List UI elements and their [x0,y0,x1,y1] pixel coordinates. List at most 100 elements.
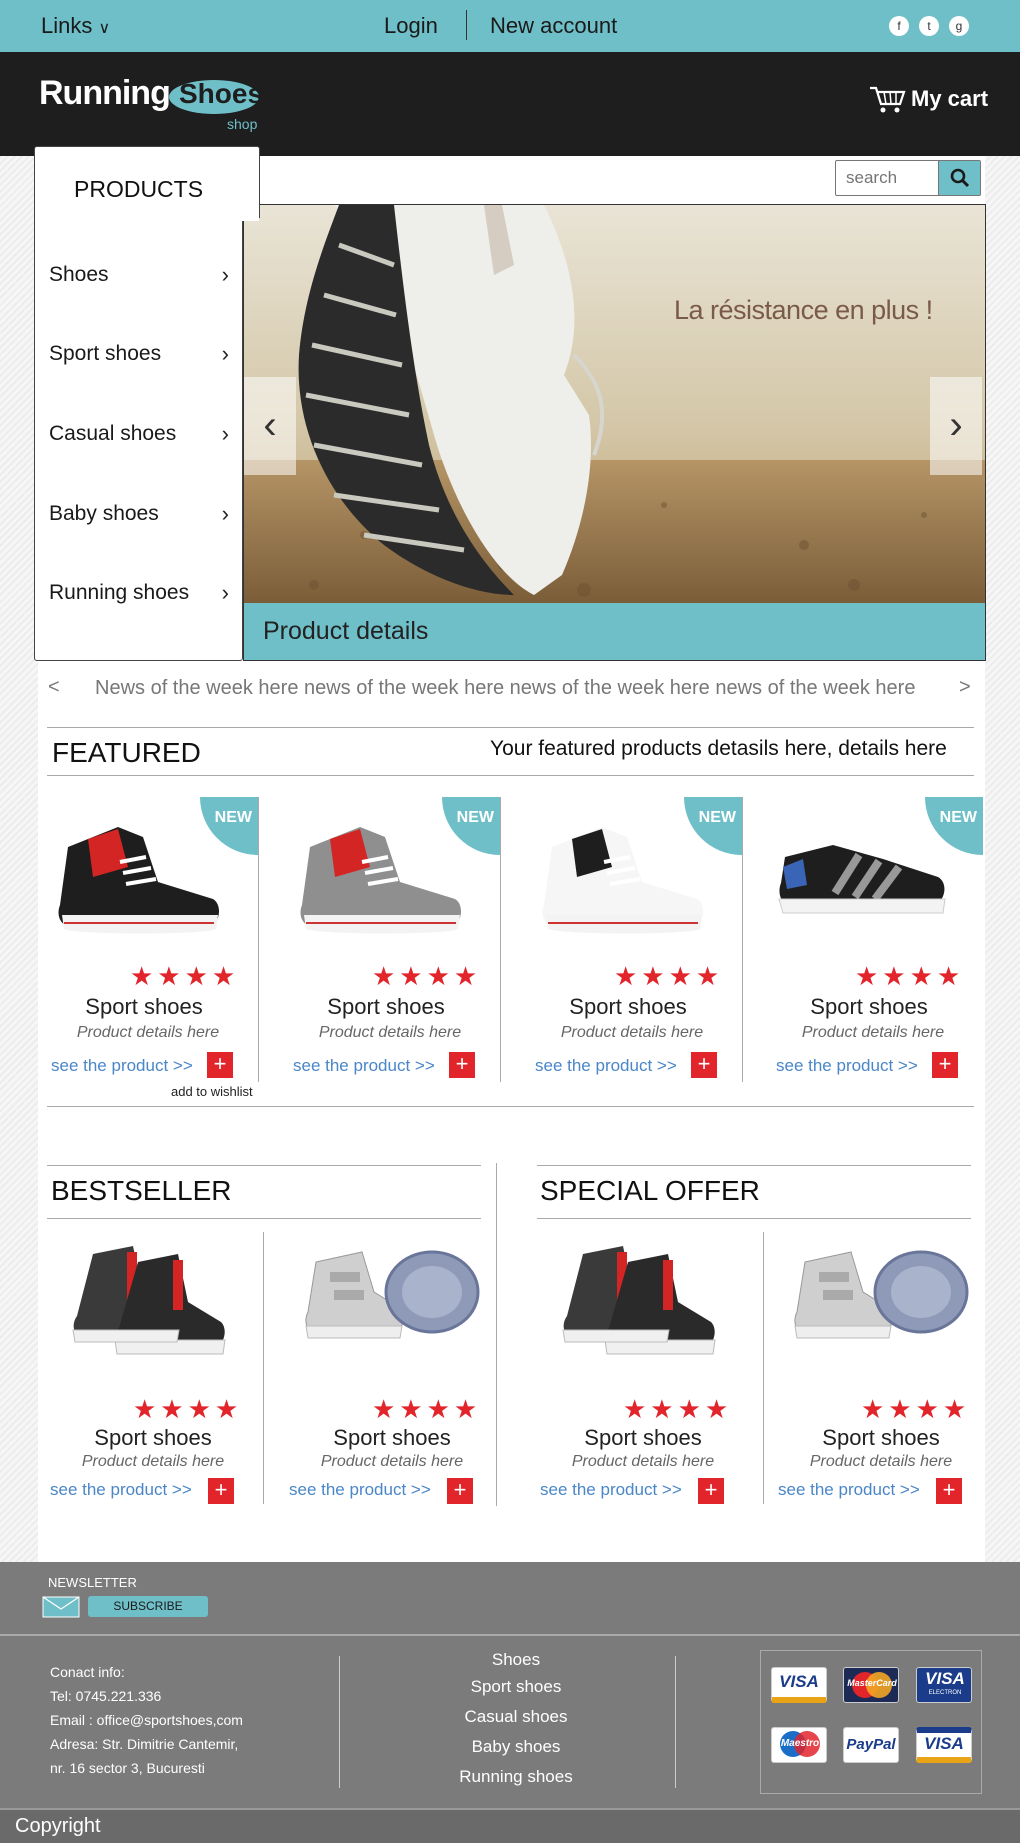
menu-item-casual-shoes[interactable]: Casual shoes › [49,414,229,454]
mastercard-logo: MasterCard [843,1667,899,1703]
product-name[interactable]: Sport shoes [532,994,724,1020]
slider-next-button[interactable]: › [930,377,982,475]
menu-item-shoes[interactable]: Shoes › [49,255,229,295]
product-name[interactable]: Sport shoes [287,1425,497,1451]
product-card: NEW ★★★★ Sport shoes Product details here se… [48,797,260,1082]
menu-item-running-shoes[interactable]: Running shoes › [49,573,229,613]
product-details: Product details here [76,1024,220,1041]
chevron-right-icon: › [949,403,963,447]
product-details: Product details here [320,1453,464,1470]
facebook-icon[interactable]: f [889,16,909,36]
footer: Conact info: Tel: 0745.221.336 Email : o… [0,1634,1020,1808]
search-input[interactable] [836,161,938,195]
add-to-wishlist-label[interactable]: add to wishlist [171,1084,253,1099]
menu-item-baby-shoes[interactable]: Baby shoes › [49,494,229,534]
product-details: Product details here [560,1024,704,1041]
product-image [778,845,946,914]
see-product-link[interactable]: see the product >> [778,1480,920,1500]
footer-link-casual-shoes[interactable]: Casual shoes [416,1707,616,1737]
logo[interactable]: Running Shoes shop [39,74,269,138]
product-details: Product details here [81,1453,225,1470]
product-card: NEW ★★★★ Sport shoes Product details here se… [532,797,744,1082]
product-name[interactable]: Sport shoes [290,994,482,1020]
see-product-link[interactable]: see the product >> [289,1480,431,1500]
see-product-link[interactable]: see the product >> [535,1056,677,1076]
add-to-wishlist-button[interactable]: + [449,1052,475,1078]
footer-link-shoes[interactable]: Shoes [416,1650,616,1677]
chevron-left-icon: ‹ [263,403,277,447]
search-icon [950,168,970,188]
newsletter-bar: NEWSLETTER SUBSCRIBE [0,1562,1020,1634]
see-product-link[interactable]: see the product >> [540,1480,682,1500]
divider [500,797,501,1082]
slider-prev-button[interactable]: ‹ [244,377,296,475]
product-name[interactable]: Sport shoes [48,994,240,1020]
footer-link-sport-shoes[interactable]: Sport shoes [416,1677,616,1707]
divider [466,10,467,40]
add-to-wishlist-button[interactable]: + [691,1052,717,1078]
news-next-button[interactable]: > [959,676,971,699]
contact-info: Conact info: Tel: 0745.221.336 Email : o… [50,1660,243,1780]
rating-stars: ★★★★ [372,1394,482,1424]
product-name[interactable]: Sport shoes [773,994,965,1020]
subscribe-button[interactable]: SUBSCRIBE [88,1596,208,1617]
links-dropdown[interactable]: Links ∨ [41,0,110,55]
contact-email: Email : office@sportshoes,com [50,1712,243,1728]
add-to-cart-button[interactable]: + [698,1478,724,1504]
add-to-wishlist-button[interactable]: + [207,1052,233,1078]
twitter-icon[interactable]: t [919,16,939,36]
search-button[interactable] [938,161,980,195]
divider [47,1106,974,1107]
google-icon[interactable]: g [949,16,969,36]
menu-item-sport-shoes[interactable]: Sport shoes › [49,334,229,374]
product-name[interactable]: Sport shoes [538,1425,748,1451]
news-prev-button[interactable]: < [48,676,60,699]
product-details: Product details here [571,1453,715,1470]
chevron-right-icon: › [221,501,229,526]
product-name[interactable]: Sport shoes [48,1425,258,1451]
add-to-wishlist-button[interactable]: + [932,1052,958,1078]
visa-logo: VISA [916,1727,972,1763]
add-to-cart-button[interactable]: + [936,1478,962,1504]
chevron-right-icon: › [221,421,229,446]
see-product-link[interactable]: see the product >> [776,1056,918,1076]
see-product-link[interactable]: see the product >> [50,1480,192,1500]
menu-item-label: Baby shoes [49,502,159,525]
header: Running Shoes shop My cart [0,52,1020,156]
divider [47,727,974,728]
footer-links: Shoes Sport shoes Casual shoes Baby shoe… [416,1650,616,1797]
footer-link-running-shoes[interactable]: Running shoes [416,1767,616,1797]
product-image [794,1250,969,1339]
contact-address-line1: Adresa: Str. Dimitrie Cantemir, [50,1736,239,1752]
rating-stars: ★★★★ [372,961,482,991]
add-to-cart-button[interactable]: + [208,1478,234,1504]
tab-joint [242,217,259,221]
contact-phone: Tel: 0745.221.336 [50,1688,162,1704]
product-details-label: Product details [263,617,429,645]
logo-word-running: Running [39,74,171,112]
divider [675,1656,676,1788]
payment-logos: VISA MasterCard VISA ELECTRON Maestro Pa… [760,1650,982,1794]
contact-heading: Conact info: [50,1664,125,1680]
menu-item-label: Casual shoes [49,422,177,445]
footer-link-baby-shoes[interactable]: Baby shoes [416,1737,616,1767]
divider [263,1232,264,1504]
product-details-bar[interactable]: Product details [243,603,986,661]
maestro-logo: Maestro [771,1727,827,1763]
logo-word-shop: shop [227,116,258,132]
login-link[interactable]: Login [384,0,438,52]
product-details: Product details here [801,1024,945,1041]
visa-electron-sub: ELECTRON [928,1690,962,1696]
slider-caption: La résistance en plus ! [674,295,933,325]
cart-button[interactable]: My cart [868,82,992,118]
new-account-link[interactable]: New account [490,0,617,52]
see-product-link[interactable]: see the product >> [293,1056,435,1076]
rating-stars: ★★★★ [130,961,240,991]
menu-item-label: Sport shoes [49,342,162,365]
menu-item-label: Running shoes [49,581,190,604]
product-name[interactable]: Sport shoes [776,1425,986,1451]
see-product-link[interactable]: see the product >> [51,1056,193,1076]
add-to-cart-button[interactable]: + [447,1478,473,1504]
cart-label: My cart [911,86,989,111]
chevron-right-icon: › [221,341,229,366]
